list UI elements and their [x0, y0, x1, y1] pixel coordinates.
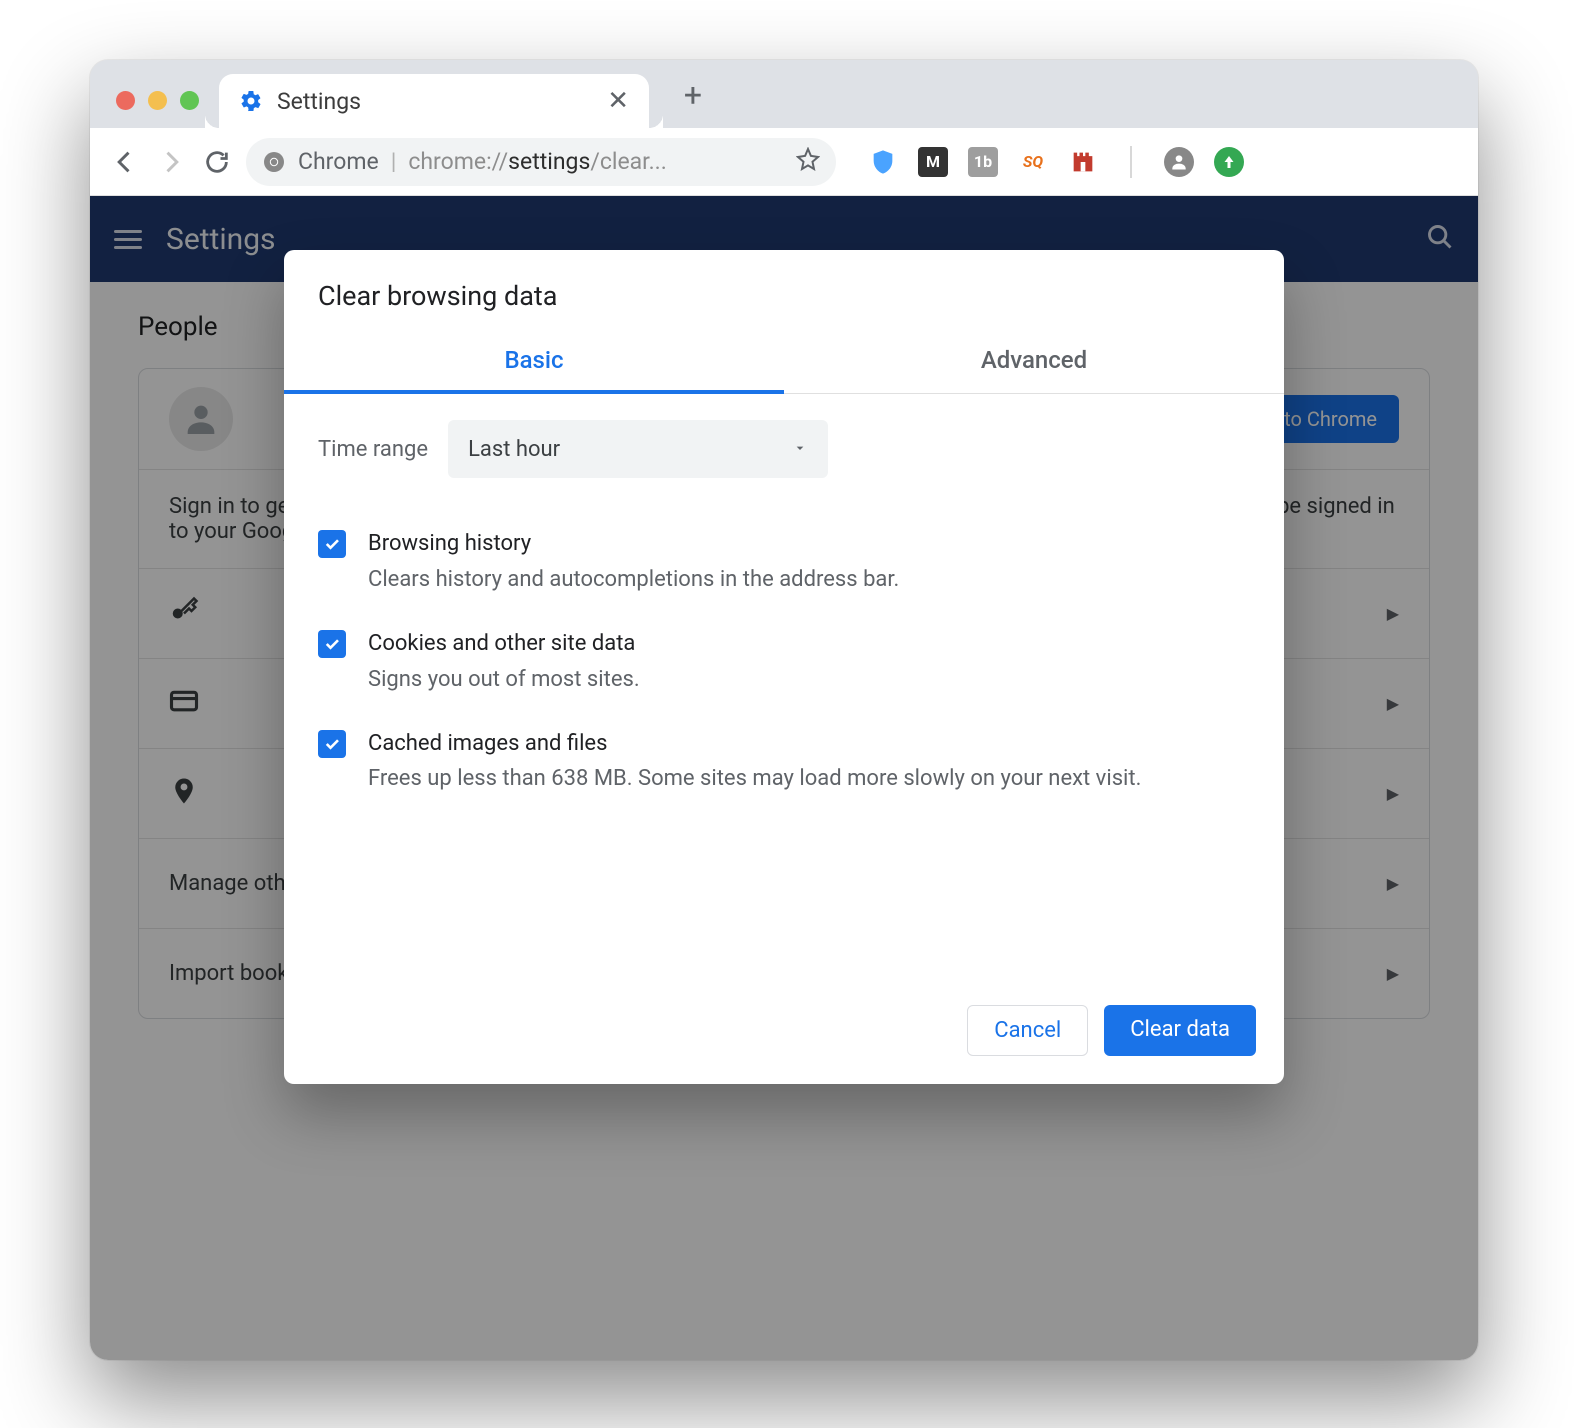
option-desc: Clears history and autocompletions in th…: [368, 564, 899, 596]
option-title: Cookies and other site data: [368, 628, 640, 660]
omnibox-scheme: Chrome: [298, 148, 379, 175]
option-cookies[interactable]: Cookies and other site data Signs you ou…: [318, 612, 1250, 712]
extension-shield-icon[interactable]: [868, 147, 898, 177]
checkbox-cache[interactable]: [318, 730, 346, 758]
option-desc: Frees up less than 638 MB. Some sites ma…: [368, 763, 1141, 795]
dialog-body: Time range Last hour Browsing history: [284, 394, 1284, 981]
browser-tab-title: Settings: [277, 88, 603, 115]
extensions-row: M 1b SQ: [868, 146, 1244, 178]
profile-avatar-button[interactable]: [1164, 147, 1194, 177]
clear-data-button[interactable]: Clear data: [1104, 1005, 1256, 1056]
dialog-tabs: Basic Advanced: [284, 330, 1284, 394]
extension-sq-icon[interactable]: SQ: [1018, 147, 1048, 177]
option-title: Browsing history: [368, 528, 899, 560]
omnibox-separator: |: [391, 148, 397, 175]
tab-advanced[interactable]: Advanced: [784, 330, 1284, 393]
option-desc: Signs you out of most sites.: [368, 664, 640, 696]
url-toolbar: Chrome | chrome://settings/clear... M 1b…: [90, 128, 1478, 196]
new-tab-button[interactable]: +: [673, 76, 713, 128]
extension-mega-icon[interactable]: M: [918, 147, 948, 177]
back-button[interactable]: [108, 148, 142, 176]
chrome-icon: [262, 150, 286, 174]
close-window-dot[interactable]: [116, 91, 135, 110]
toolbar-separator: [1130, 146, 1132, 178]
reload-button[interactable]: [200, 148, 234, 176]
close-tab-icon[interactable]: ✕: [603, 86, 633, 116]
option-title: Cached images and files: [368, 728, 1141, 760]
minimize-window-dot[interactable]: [148, 91, 167, 110]
time-range-label: Time range: [318, 437, 428, 462]
omnibox[interactable]: Chrome | chrome://settings/clear...: [246, 138, 836, 186]
dropdown-caret-icon: [792, 437, 808, 462]
cancel-button[interactable]: Cancel: [967, 1005, 1088, 1056]
dialog-actions: Cancel Clear data: [284, 981, 1284, 1084]
forward-button[interactable]: [154, 148, 188, 176]
bookmark-star-icon[interactable]: [796, 147, 820, 177]
time-range-select[interactable]: Last hour: [448, 420, 828, 478]
maximize-window-dot[interactable]: [180, 91, 199, 110]
tab-basic[interactable]: Basic: [284, 330, 784, 394]
tab-strip: Settings ✕ +: [90, 60, 1478, 128]
gear-icon: [239, 89, 263, 113]
browser-tab-active[interactable]: Settings ✕: [219, 74, 649, 128]
browser-window: Settings ✕ + Chrome | chrome://settings/…: [90, 60, 1478, 1360]
option-cache[interactable]: Cached images and files Frees up less th…: [318, 712, 1250, 812]
time-range-row: Time range Last hour: [318, 420, 1250, 478]
update-available-icon[interactable]: [1214, 147, 1244, 177]
checkbox-cookies[interactable]: [318, 630, 346, 658]
extension-1b-icon[interactable]: 1b: [968, 147, 998, 177]
window-controls: [104, 91, 209, 128]
checkbox-browsing-history[interactable]: [318, 530, 346, 558]
time-range-value: Last hour: [468, 437, 560, 462]
extension-castle-icon[interactable]: [1068, 147, 1098, 177]
omnibox-url: chrome://settings/clear...: [408, 148, 666, 175]
option-browsing-history[interactable]: Browsing history Clears history and auto…: [318, 512, 1250, 612]
dialog-title: Clear browsing data: [284, 250, 1284, 330]
clear-data-dialog: Clear browsing data Basic Advanced Time …: [284, 250, 1284, 1084]
